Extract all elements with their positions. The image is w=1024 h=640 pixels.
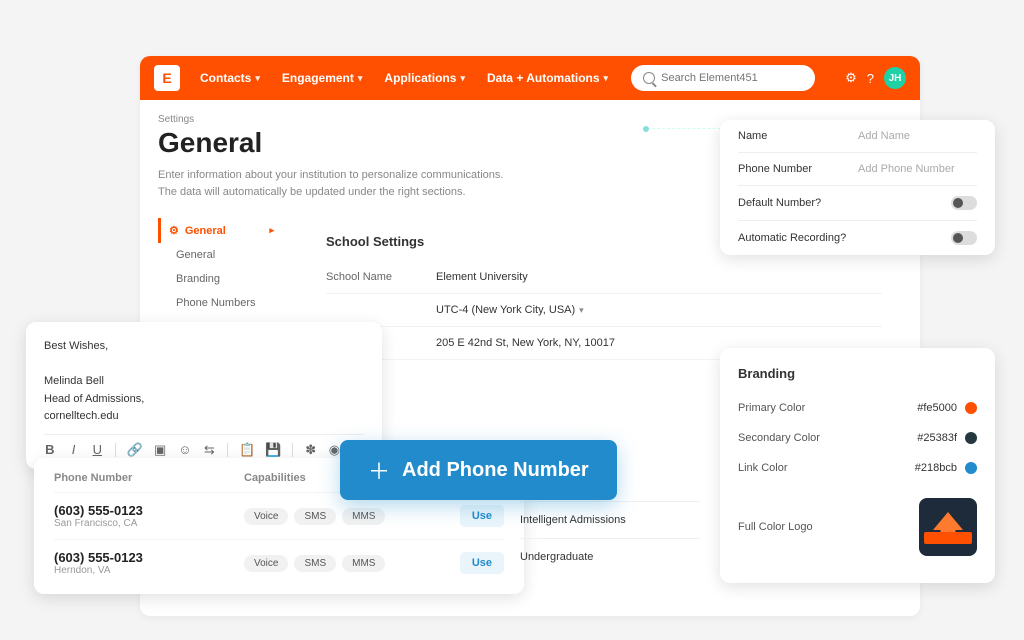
- row-school-name: School Name Element University: [326, 261, 882, 294]
- value-cell: Undergraduate: [520, 538, 700, 575]
- branding-card: Branding Primary Color #fe5000 Secondary…: [720, 348, 995, 583]
- school-name-value: Element University: [436, 271, 528, 283]
- phone-city-value: San Francisco, CA: [54, 518, 244, 529]
- phone-config-card: Name Add Name Phone Number Add Phone Num…: [720, 120, 995, 255]
- row-link-color[interactable]: Link Color #218bcb: [738, 453, 977, 483]
- row-auto-recording: Automatic Recording?: [738, 221, 977, 255]
- underline-icon[interactable]: U: [91, 443, 103, 457]
- nav-applications[interactable]: Applications: [384, 71, 465, 85]
- app-logo[interactable]: E: [154, 65, 180, 91]
- use-button[interactable]: Use: [460, 552, 504, 574]
- row-phone-number[interactable]: Phone Number Add Phone Number: [738, 153, 977, 186]
- cap-tag: Voice: [244, 508, 288, 525]
- image-icon[interactable]: ▣: [154, 443, 166, 457]
- cap-tag: Voice: [244, 555, 288, 572]
- cap-tag: MMS: [342, 508, 385, 525]
- branding-heading: Branding: [738, 366, 977, 381]
- row-secondary-color[interactable]: Secondary Color #25383f: [738, 423, 977, 453]
- primary-color-swatch: [965, 402, 977, 414]
- search-icon: [643, 72, 655, 84]
- logo-preview: [919, 498, 977, 556]
- row-timezone[interactable]: UTC-4 (New York City, USA)▾: [326, 294, 882, 327]
- phone-number-value: (603) 555-0123: [54, 503, 244, 518]
- top-nav: Contacts Engagement Applications Data + …: [200, 71, 608, 85]
- phone-city-value: Herndon, VA: [54, 565, 244, 576]
- avatar[interactable]: JH: [884, 67, 906, 89]
- add-phone-number-button[interactable]: ＋ Add Phone Number: [340, 440, 617, 500]
- signature-editor-card: Best Wishes, Melinda Bell Head of Admiss…: [26, 322, 382, 469]
- merge-icon[interactable]: ⇆: [204, 443, 216, 457]
- sidebar-head-general[interactable]: ⚙ General ▸: [158, 218, 288, 243]
- row-default-number: Default Number?: [738, 186, 977, 221]
- chevron-right-icon: ▸: [269, 225, 274, 236]
- editor-toolbar: B I U 🔗 ▣ ☺ ⇆ 📋 💾 ✽ ◉ ⌕: [44, 434, 364, 461]
- gear-icon: ⚙: [169, 224, 179, 237]
- auto-recording-toggle[interactable]: [951, 231, 977, 245]
- nav-contacts[interactable]: Contacts: [200, 71, 260, 85]
- col-phone-number: Phone Number: [54, 472, 244, 484]
- sidebar-item-branding[interactable]: Branding: [158, 267, 288, 291]
- value-cell: Intelligent Admissions: [520, 501, 700, 538]
- row-name[interactable]: Name Add Name: [738, 120, 977, 153]
- nav-engagement[interactable]: Engagement: [282, 71, 363, 85]
- cap-tag: SMS: [294, 508, 336, 525]
- row-primary-color[interactable]: Primary Color #fe5000: [738, 393, 977, 423]
- cap-tag: SMS: [294, 555, 336, 572]
- phone-number-value: (603) 555-0123: [54, 550, 244, 565]
- emoji-icon[interactable]: ☺: [178, 443, 191, 457]
- refresh-icon[interactable]: ◉: [329, 443, 341, 457]
- paste-icon[interactable]: 📋: [240, 443, 254, 457]
- chevron-down-icon: ▾: [579, 305, 584, 315]
- bold-icon[interactable]: B: [44, 443, 56, 457]
- sidebar-item-phone-numbers[interactable]: Phone Numbers: [158, 291, 288, 315]
- use-button[interactable]: Use: [460, 505, 504, 527]
- topbar: E Contacts Engagement Applications Data …: [140, 56, 920, 100]
- nav-data-automations[interactable]: Data + Automations: [487, 71, 608, 85]
- cap-tag: MMS: [342, 555, 385, 572]
- default-number-toggle[interactable]: [951, 196, 977, 210]
- search-input[interactable]: [661, 72, 803, 84]
- signature-body[interactable]: Best Wishes, Melinda Bell Head of Admiss…: [44, 338, 364, 426]
- sparkle-icon[interactable]: ✽: [305, 443, 317, 457]
- secondary-color-swatch: [965, 432, 977, 444]
- save-icon[interactable]: 💾: [266, 443, 280, 457]
- help-icon[interactable]: ?: [867, 71, 874, 86]
- link-color-swatch: [965, 462, 977, 474]
- phone-row: (603) 555-0123 Herndon, VA Voice SMS MMS…: [54, 539, 504, 586]
- link-icon[interactable]: 🔗: [128, 443, 142, 457]
- plus-icon: ＋: [368, 454, 390, 486]
- gear-icon[interactable]: ⚙: [845, 70, 857, 86]
- sidebar-item-general[interactable]: General: [158, 243, 288, 267]
- row-logo[interactable]: Full Color Logo: [738, 489, 977, 565]
- italic-icon[interactable]: I: [68, 443, 80, 457]
- search-pill[interactable]: [631, 65, 815, 91]
